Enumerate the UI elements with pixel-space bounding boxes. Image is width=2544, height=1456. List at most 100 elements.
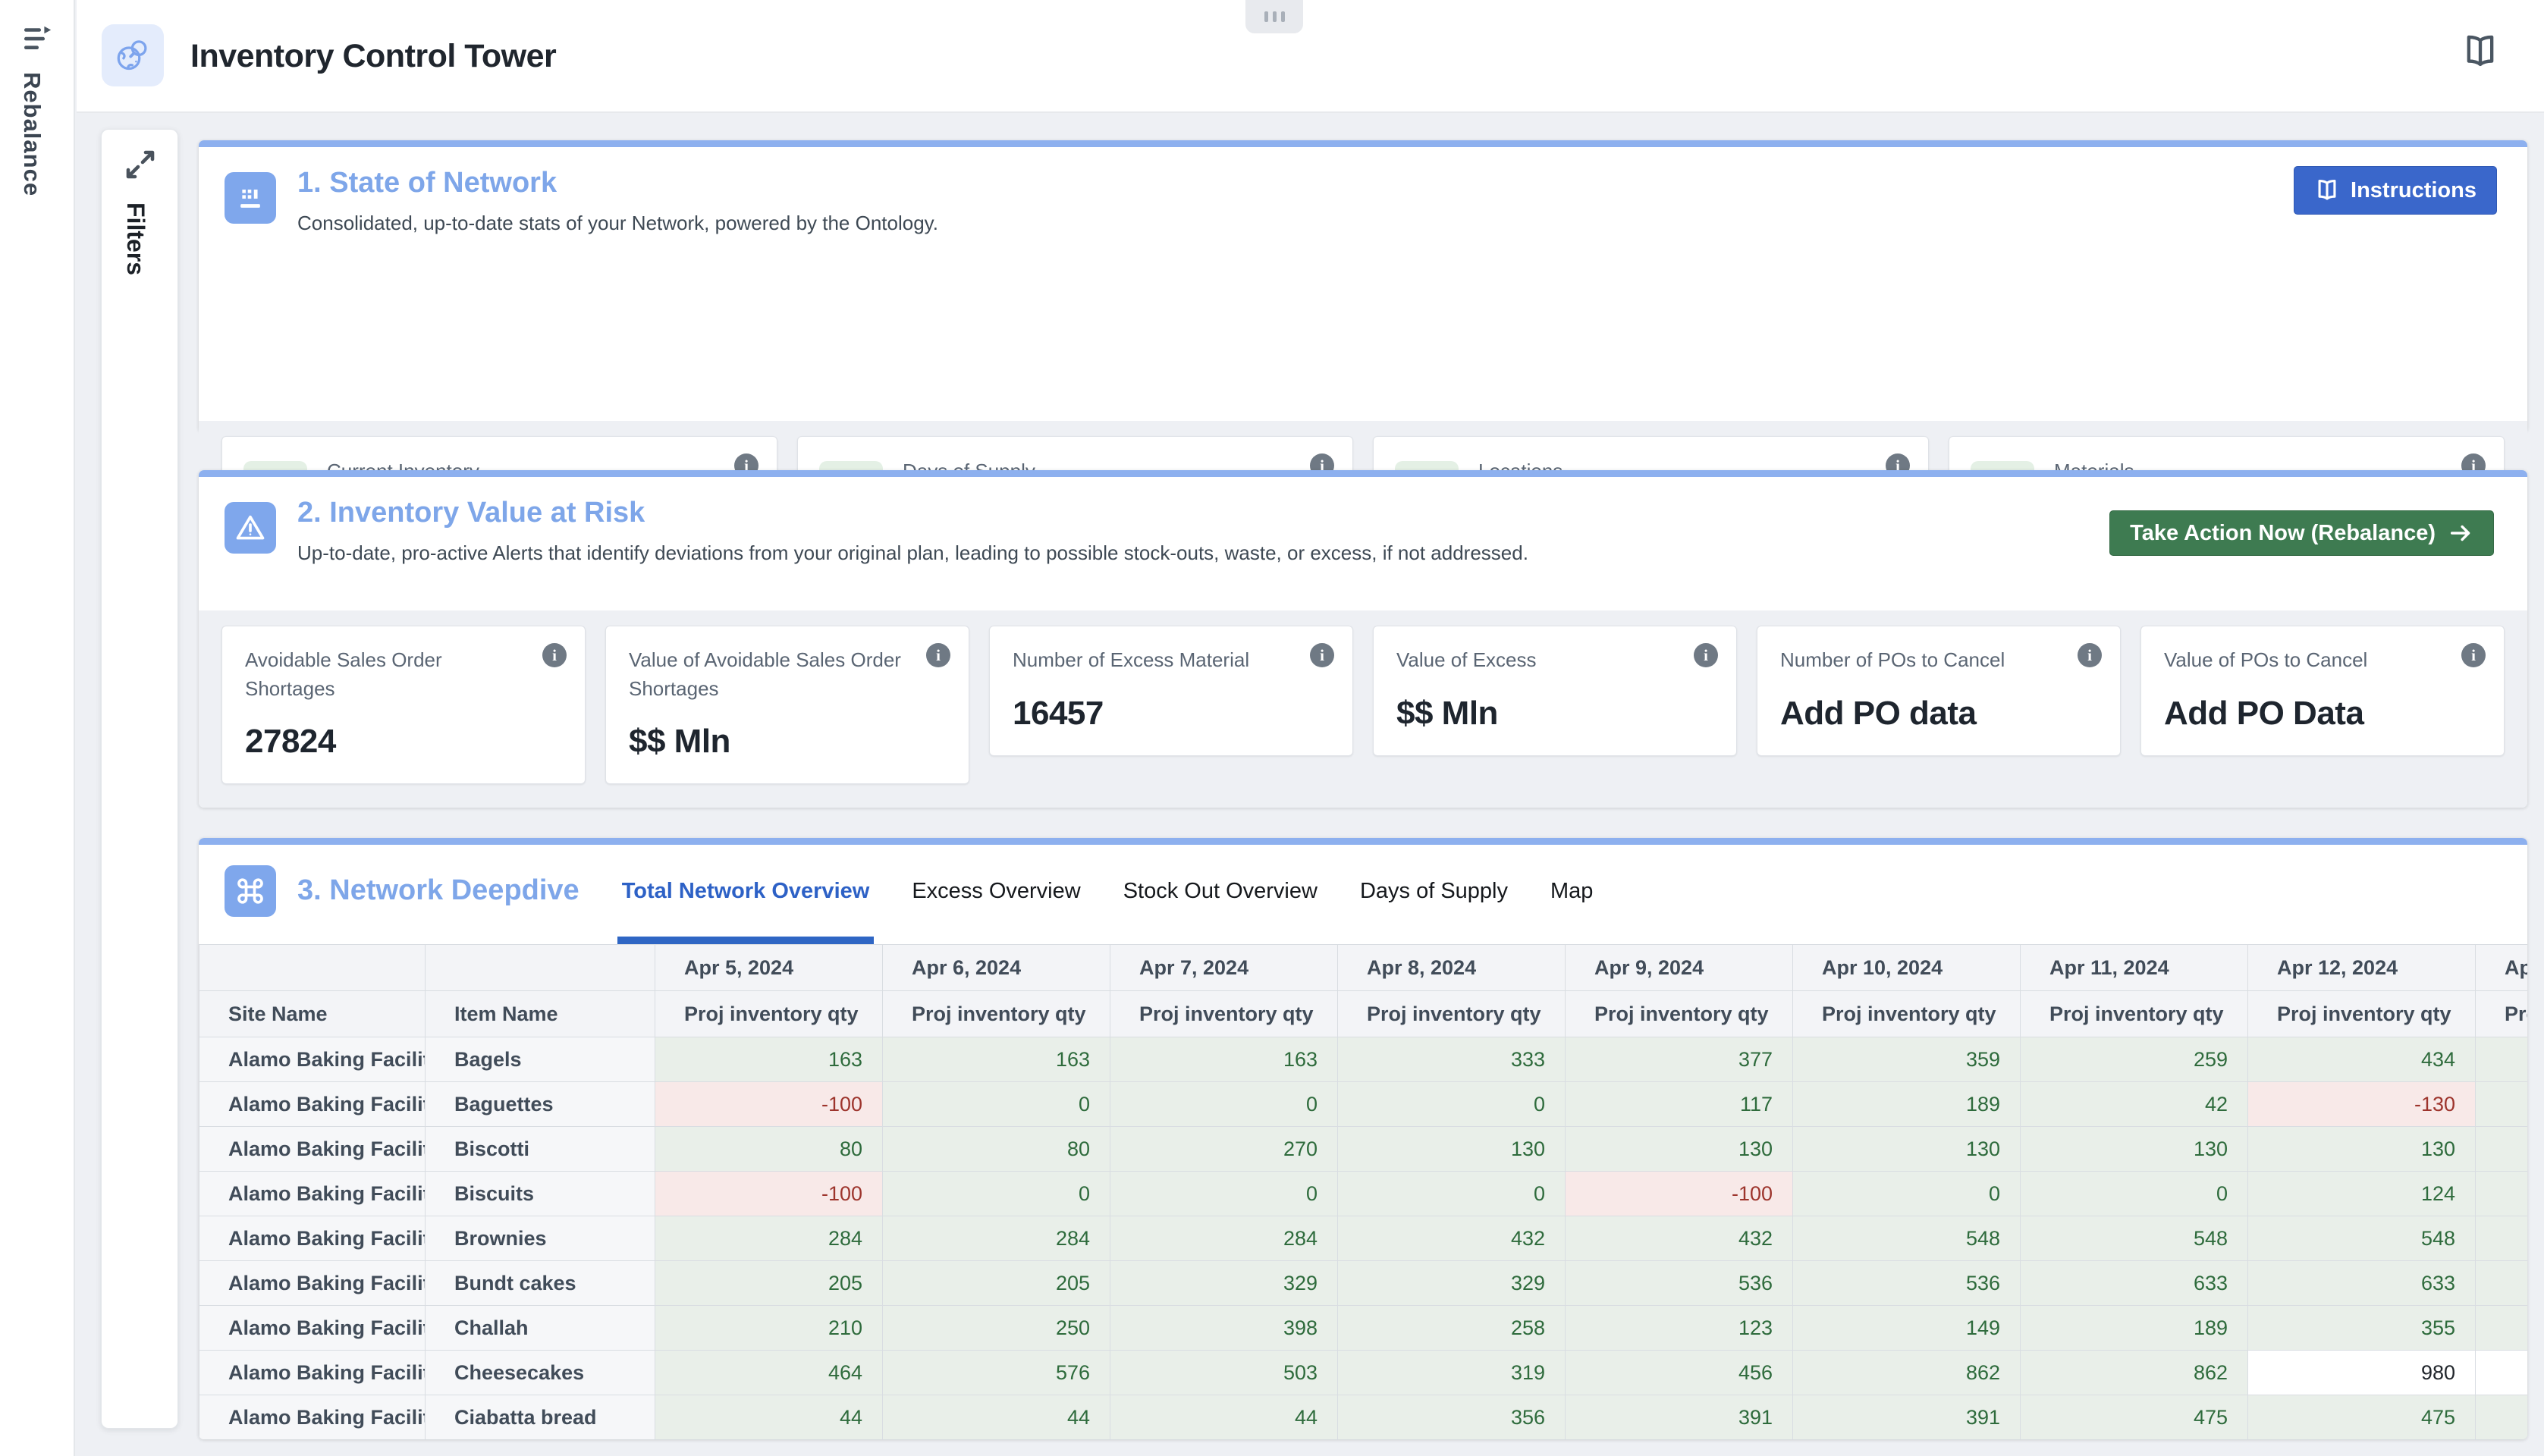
proj-inventory-qty-cell[interactable]: 259 <box>2021 1037 2248 1082</box>
proj-inventory-qty-cell[interactable]: 0 <box>1110 1082 1338 1127</box>
proj-inventory-qty-header[interactable]: Proj inventory qty <box>883 991 1110 1037</box>
widget-handle-button[interactable] <box>1245 0 1303 33</box>
site-name-header[interactable]: Site Name <box>199 991 426 1037</box>
proj-inventory-qty-cell[interactable]: 130 <box>1566 1127 1793 1172</box>
proj-inventory-qty-header[interactable]: Proj inventory qty <box>1793 991 2021 1037</box>
proj-inventory-qty-cell[interactable]: 319 <box>1338 1351 1566 1395</box>
proj-inventory-qty-cell[interactable]: 189 <box>1793 1082 2021 1127</box>
proj-inventory-qty-cell[interactable]: 475 <box>2021 1395 2248 1440</box>
site-name-cell[interactable]: Alamo Baking Facility <box>199 1127 426 1172</box>
proj-inventory-qty-cell[interactable]: -130 <box>2248 1082 2476 1127</box>
date-column-header[interactable]: Apr 8, 2024 <box>1338 945 1566 991</box>
date-column-header[interactable]: Apr 9, 2024 <box>1566 945 1793 991</box>
proj-inventory-qty-cell[interactable]: -100 <box>655 1172 883 1216</box>
proj-inventory-qty-header[interactable]: Proj inventory qty <box>2021 991 2248 1037</box>
proj-inventory-qty-cell[interactable]: 0 <box>1338 1172 1566 1216</box>
date-column-header[interactable]: Apr 7, 2024 <box>1110 945 1338 991</box>
site-name-cell[interactable]: Alamo Baking Facility <box>199 1261 426 1306</box>
proj-inventory-qty-cell[interactable]: 44 <box>1110 1395 1338 1440</box>
item-name-cell[interactable]: Bagels <box>426 1037 655 1082</box>
proj-inventory-qty-cell[interactable]: 456 <box>1566 1351 1793 1395</box>
proj-inventory-qty-cell[interactable]: 503 <box>1110 1351 1338 1395</box>
take-action-button[interactable]: Take Action Now (Rebalance) <box>2109 510 2494 556</box>
item-name-cell[interactable]: Brownies <box>426 1216 655 1261</box>
proj-inventory-qty-cell[interactable]: 633 <box>2248 1261 2476 1306</box>
site-name-cell[interactable]: Alamo Baking Facility <box>199 1172 426 1216</box>
proj-inventory-qty-cell[interactable]: 80 <box>883 1127 1110 1172</box>
proj-inventory-qty-cell[interactable]: 0 <box>1338 1082 1566 1127</box>
tab-map[interactable]: Map <box>1550 838 1593 944</box>
proj-inventory-qty-cell[interactable]: 391 <box>1793 1395 2021 1440</box>
site-name-cell[interactable]: Alamo Baking Facility <box>199 1395 426 1440</box>
proj-inventory-qty-cell[interactable]: 123 <box>1566 1306 1793 1351</box>
tab-days-of-supply[interactable]: Days of Supply <box>1360 838 1508 944</box>
date-column-header[interactable]: Apr 13, 2024 <box>2476 945 2528 991</box>
site-name-cell[interactable]: Alamo Baking Facility <box>199 1216 426 1261</box>
proj-inventory-qty-cell[interactable]: 398 <box>1110 1306 1338 1351</box>
item-name-cell[interactable]: Baguettes <box>426 1082 655 1127</box>
proj-inventory-qty-header[interactable]: Proj inventory qty <box>655 991 883 1037</box>
proj-inventory-qty-cell[interactable]: 0 <box>1793 1172 2021 1216</box>
site-name-cell[interactable]: Alamo Baking Facility <box>199 1306 426 1351</box>
date-column-header[interactable]: Apr 11, 2024 <box>2021 945 2248 991</box>
proj-inventory-qty-cell[interactable]: 0 <box>883 1082 1110 1127</box>
proj-inventory-qty-cell[interactable]: 130 <box>1793 1127 2021 1172</box>
proj-inventory-qty-cell[interactable]: 0 <box>883 1172 1110 1216</box>
info-icon[interactable]: i <box>2461 643 2486 667</box>
proj-inventory-qty-cell-partial[interactable] <box>2476 1261 2528 1306</box>
tab-total-network-overview[interactable]: Total Network Overview <box>622 838 870 944</box>
proj-inventory-qty-cell[interactable]: 258 <box>1338 1306 1566 1351</box>
tab-excess-overview[interactable]: Excess Overview <box>912 838 1080 944</box>
proj-inventory-qty-cell[interactable]: 391 <box>1566 1395 1793 1440</box>
proj-inventory-qty-cell[interactable]: 284 <box>1110 1216 1338 1261</box>
info-icon[interactable]: i <box>1310 643 1334 667</box>
proj-inventory-qty-cell[interactable]: 464 <box>655 1351 883 1395</box>
info-icon[interactable]: i <box>542 643 567 667</box>
proj-inventory-qty-cell[interactable]: 149 <box>1793 1306 2021 1351</box>
proj-inventory-qty-cell[interactable]: 205 <box>655 1261 883 1306</box>
date-column-header[interactable]: Apr 5, 2024 <box>655 945 883 991</box>
proj-inventory-qty-cell[interactable]: 284 <box>655 1216 883 1261</box>
proj-inventory-qty-cell[interactable]: 329 <box>1110 1261 1338 1306</box>
proj-inventory-qty-header[interactable]: Proj inventory qty <box>1338 991 1566 1037</box>
proj-inventory-qty-cell[interactable]: 862 <box>2021 1351 2248 1395</box>
proj-inventory-qty-header[interactable]: Proj inventory qty <box>2476 991 2528 1037</box>
proj-inventory-qty-cell-partial[interactable] <box>2476 1037 2528 1082</box>
proj-inventory-qty-cell[interactable]: 284 <box>883 1216 1110 1261</box>
item-name-cell[interactable]: Challah <box>426 1306 655 1351</box>
tab-stock-out-overview[interactable]: Stock Out Overview <box>1123 838 1318 944</box>
proj-inventory-qty-cell[interactable]: 434 <box>2248 1037 2476 1082</box>
item-name-cell[interactable]: Ciabatta bread <box>426 1395 655 1440</box>
proj-inventory-qty-cell[interactable]: 42 <box>2021 1082 2248 1127</box>
proj-inventory-qty-cell[interactable]: 862 <box>1793 1351 2021 1395</box>
proj-inventory-qty-header[interactable]: Proj inventory qty <box>2248 991 2476 1037</box>
documentation-book-icon[interactable] <box>2461 32 2500 71</box>
site-name-cell[interactable]: Alamo Baking Facility <box>199 1037 426 1082</box>
proj-inventory-qty-cell[interactable]: 432 <box>1338 1216 1566 1261</box>
proj-inventory-qty-cell[interactable]: 163 <box>1110 1037 1338 1082</box>
info-icon[interactable]: i <box>2078 643 2102 667</box>
proj-inventory-qty-cell[interactable]: 548 <box>1793 1216 2021 1261</box>
proj-inventory-qty-cell[interactable]: 475 <box>2248 1395 2476 1440</box>
proj-inventory-qty-cell[interactable]: -100 <box>655 1082 883 1127</box>
item-name-header[interactable]: Item Name <box>426 991 655 1037</box>
proj-inventory-qty-cell[interactable]: 355 <box>2248 1306 2476 1351</box>
proj-inventory-qty-cell[interactable]: 548 <box>2248 1216 2476 1261</box>
proj-inventory-qty-cell[interactable]: 130 <box>2248 1127 2476 1172</box>
proj-inventory-qty-cell[interactable]: 356 <box>1338 1395 1566 1440</box>
proj-inventory-qty-cell[interactable]: 205 <box>883 1261 1110 1306</box>
proj-inventory-qty-cell[interactable]: 44 <box>655 1395 883 1440</box>
proj-inventory-qty-cell[interactable]: 359 <box>1793 1037 2021 1082</box>
proj-inventory-qty-cell[interactable]: 980 <box>2248 1351 2476 1395</box>
proj-inventory-qty-cell[interactable]: 130 <box>1338 1127 1566 1172</box>
item-name-cell[interactable]: Bundt cakes <box>426 1261 655 1306</box>
proj-inventory-qty-cell[interactable]: 163 <box>883 1037 1110 1082</box>
proj-inventory-qty-cell-partial[interactable] <box>2476 1395 2528 1440</box>
proj-inventory-qty-cell[interactable]: 536 <box>1566 1261 1793 1306</box>
item-name-cell[interactable]: Biscotti <box>426 1127 655 1172</box>
proj-inventory-qty-cell[interactable]: 163 <box>655 1037 883 1082</box>
proj-inventory-qty-cell-partial[interactable] <box>2476 1351 2528 1395</box>
date-column-header[interactable]: Apr 6, 2024 <box>883 945 1110 991</box>
proj-inventory-qty-cell[interactable]: 377 <box>1566 1037 1793 1082</box>
proj-inventory-qty-cell[interactable]: 124 <box>2248 1172 2476 1216</box>
